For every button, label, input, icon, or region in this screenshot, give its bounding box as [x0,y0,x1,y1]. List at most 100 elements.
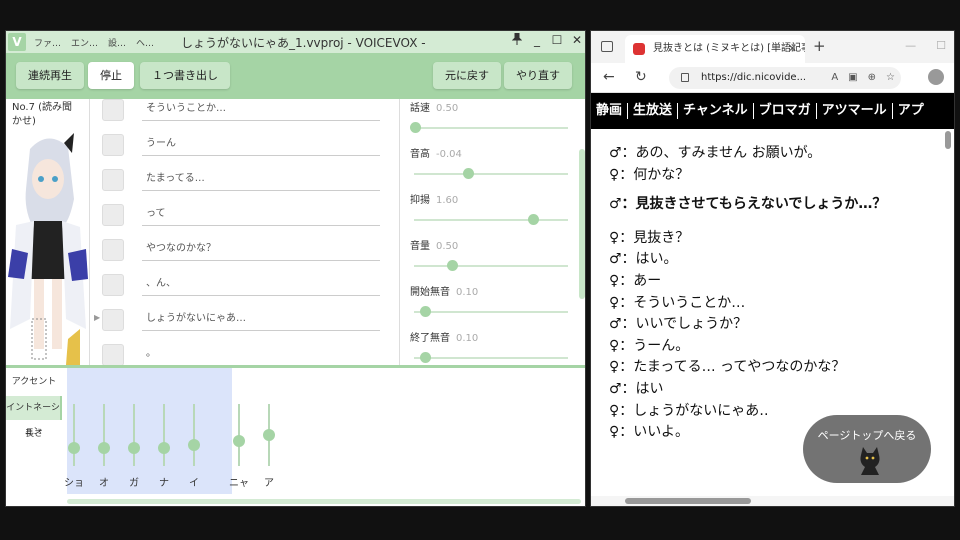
minimize-button[interactable]: _ [531,33,543,48]
mora-slider-knob[interactable] [263,429,275,442]
detail-horizontal-scrollbar[interactable] [67,499,581,504]
mora-slider-knob[interactable] [68,441,80,454]
script-text-field[interactable]: たまってる… [142,171,380,191]
list-item[interactable]: やつなのかな？ [94,233,384,268]
mora-slider[interactable]: ショ [64,404,84,489]
mora-label: ア [264,478,274,489]
param-slider-knob[interactable] [420,352,432,363]
back-icon[interactable]: ← [603,69,615,85]
redo-button[interactable]: やり直す [504,62,572,89]
mora-slider[interactable]: オ [97,404,111,489]
new-tab-button[interactable]: + [813,37,826,55]
mora-slider-track[interactable] [73,404,75,466]
undo-button[interactable]: 元に戻す [433,62,501,89]
character-portrait [8,133,88,365]
mora-slider[interactable]: ナ [157,404,171,489]
mora-slider[interactable]: イ [187,404,201,489]
list-item[interactable]: 。 [94,338,384,365]
zoom-icon[interactable]: ⊕ [868,72,886,83]
page-vertical-scrollbar[interactable] [944,129,952,499]
mora-slider-knob[interactable] [158,441,170,454]
mora-slider-track[interactable] [103,404,105,466]
nav-link[interactable]: 静画 [591,103,629,119]
list-item[interactable]: たまってる… [94,163,384,198]
browser-tab[interactable]: 見抜きとは (ミヌキとは) [単語記事] ✕ [625,35,805,63]
favorites-icon[interactable]: ☆ [886,72,905,83]
script-text-field[interactable]: 。 [142,346,380,365]
param-slider-knob[interactable] [410,122,421,133]
maximize-button[interactable]: ☐ [551,33,563,48]
param-slider-track[interactable] [414,219,568,221]
param-slider-track[interactable] [414,357,568,359]
scrollbar-thumb[interactable] [625,498,751,504]
desktop: V ファ… エン… 設… ヘ… しょうがないにゃあ_1.vvproj - VOI… [0,0,960,540]
nav-link[interactable]: アプ [893,103,929,119]
mora-slider-knob[interactable] [233,435,245,448]
script-text-field[interactable]: やつなのかな？ [142,241,380,261]
mora-slider-track[interactable] [133,404,135,466]
close-button[interactable]: ✕ [571,33,583,48]
read-aloud-icon[interactable]: A [831,72,848,83]
script-text-field[interactable]: 、ん、 [142,276,380,296]
param-slider-track[interactable] [414,311,568,313]
address-bar[interactable]: https://dic.nicovide... A▣⊕☆ [669,67,901,89]
mora-slider[interactable]: ニャ [229,404,249,489]
page-horizontal-scrollbar[interactable] [591,496,954,506]
nav-link[interactable]: 生放送 [628,103,679,119]
stop-button[interactable]: 停止 [88,62,134,89]
script-text-field[interactable]: うーん [142,136,380,156]
mora-slider-knob[interactable] [188,438,200,451]
tab-length[interactable]: 長さ [6,422,62,446]
mora-label: ショ [64,478,84,489]
menu-file[interactable]: ファ… [34,36,61,49]
mora-slider-track[interactable] [163,404,165,466]
script-text-field[interactable]: そういうことか… [142,101,380,121]
menu-engine[interactable]: エン… [71,36,98,49]
back-to-top-button[interactable]: ページトップへ戻る [803,415,931,483]
tab-intonation[interactable]: イントネーション [6,396,62,437]
mora-slider[interactable]: ガ [127,404,141,489]
param-slider-knob[interactable] [420,306,432,317]
character-avatar-icon [102,344,124,365]
mora-slider-knob[interactable] [98,441,110,454]
browser-navbar: ← ↻ https://dic.nicovide... A▣⊕☆ [591,63,954,93]
param-slider-track[interactable] [414,265,568,267]
script-text-field[interactable]: しょうがないにゃあ… [142,311,380,331]
reader-view-icon[interactable]: ▣ [848,72,867,83]
play-all-button[interactable]: 連続再生 [16,62,84,89]
list-item-active[interactable]: ▶ しょうがないにゃあ… [94,303,384,338]
profile-avatar[interactable] [928,69,944,85]
param-slider-track[interactable] [414,173,568,175]
nav-link[interactable]: アツマール [817,103,893,119]
nav-link[interactable]: チャンネル [678,103,754,119]
mora-slider-track[interactable] [193,404,195,466]
list-item[interactable]: 、ん、 [94,268,384,303]
param-value: 0.50 [436,241,459,252]
character-avatar-icon [102,134,124,156]
param-slider-knob[interactable] [528,214,540,225]
tab-close-icon[interactable]: ✕ [788,35,797,63]
export-one-button[interactable]: １つ書き出し [140,62,230,89]
tab-accent[interactable]: アクセント [6,370,62,394]
list-item[interactable]: って [94,198,384,233]
tab-actions-icon[interactable] [601,41,613,52]
nav-link[interactable]: ブロマガ [754,103,817,119]
mora-slider[interactable]: ア [262,404,276,489]
mora-label: ニャ [229,478,249,489]
refresh-icon[interactable]: ↻ [635,69,647,85]
parameter-scrollbar[interactable] [579,149,585,299]
menu-settings[interactable]: 設… [108,36,126,49]
list-item[interactable]: うーん [94,128,384,163]
browser-minimize-button[interactable]: — [905,39,916,52]
pin-icon[interactable] [511,32,523,48]
param-slider-knob[interactable] [447,260,458,271]
browser-maximize-button[interactable]: ☐ [936,39,946,52]
list-item[interactable]: そういうことか… [94,99,384,128]
browser-window: 見抜きとは (ミヌキとは) [単語記事] ✕ + — ☐ ← ↻ https:/… [590,30,955,507]
script-text-field[interactable]: って [142,206,380,226]
mora-slider-knob[interactable] [128,441,140,454]
scrollbar-thumb[interactable] [945,131,951,149]
menu-help[interactable]: ヘ… [136,36,154,49]
param-slider-track[interactable] [414,127,568,129]
param-slider-knob[interactable] [463,168,475,179]
